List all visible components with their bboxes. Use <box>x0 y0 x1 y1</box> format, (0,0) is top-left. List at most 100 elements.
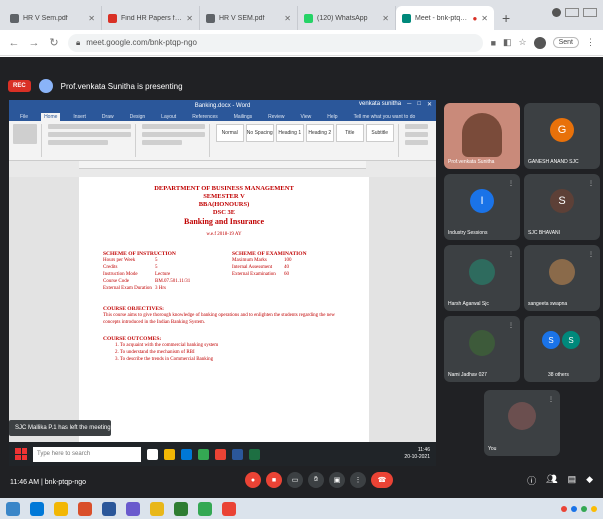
chrome-icon[interactable] <box>198 501 212 516</box>
participant-tile[interactable]: ⋮ Nami Jadhav 027 <box>444 316 520 382</box>
chrome-icon[interactable] <box>198 448 209 460</box>
word-tab-mailings[interactable]: Mailings <box>231 113 255 121</box>
info-icon[interactable]: ⓘ <box>527 474 536 487</box>
close-icon[interactable]: ✕ <box>284 14 291 23</box>
tray-icon[interactable] <box>571 505 577 512</box>
forward-icon[interactable]: → <box>28 37 40 49</box>
word-icon[interactable] <box>102 501 116 516</box>
extension-icon[interactable] <box>552 8 561 17</box>
more-options-icon[interactable]: ⋮ <box>588 180 594 187</box>
word-tab-review[interactable]: Review <box>265 113 287 121</box>
reload-icon[interactable]: ↻ <box>48 36 60 49</box>
extensions-icon[interactable]: ◧ <box>503 37 512 48</box>
participant-tile[interactable]: G GANESH ANAND SJC <box>524 103 600 169</box>
maximize-icon[interactable]: □ <box>417 101 421 108</box>
browser-tab-2[interactable]: Find HR Papers for Downloa ✕ <box>102 6 200 30</box>
taskbar-search[interactable]: Type here to search <box>33 446 141 462</box>
participant-tile-self[interactable]: ⋮ You <box>484 390 560 456</box>
activities-icon[interactable]: ◆ <box>586 474 593 487</box>
raise-hand-button[interactable]: ✋︎ <box>308 472 324 488</box>
word-tab-home[interactable]: Home <box>41 113 61 121</box>
editing-group[interactable] <box>404 124 432 157</box>
captions-button[interactable]: ▭ <box>287 472 303 488</box>
file-explorer-icon[interactable] <box>164 448 175 460</box>
more-options-icon[interactable]: ⋮ <box>508 322 514 329</box>
maximize-button[interactable] <box>583 8 597 17</box>
url-field[interactable]: 🔒︎ meet.google.com/bnk-ptqp-ngo <box>68 33 483 52</box>
profile-avatar[interactable] <box>533 36 546 49</box>
style-title[interactable]: Title <box>335 124 364 142</box>
more-options-icon[interactable]: ⋮ <box>548 396 554 403</box>
powerpoint-icon[interactable] <box>78 501 92 516</box>
participant-tile-presenter[interactable]: Prof.venkata Sunitha <box>444 103 520 169</box>
word-tab-help[interactable]: Help <box>324 113 340 121</box>
media-icon[interactable] <box>126 501 140 516</box>
style-subtitle[interactable]: Subtitle <box>365 124 394 142</box>
app-icon[interactable] <box>222 501 236 516</box>
file-explorer-icon[interactable] <box>54 501 68 516</box>
edge-icon[interactable] <box>30 501 44 516</box>
edge-icon[interactable] <box>181 448 192 460</box>
more-options-icon[interactable]: ⋮ <box>588 251 594 258</box>
people-icon[interactable]: 👥︎ <box>546 474 557 487</box>
star-icon[interactable]: ☆ <box>519 37 527 48</box>
more-options-icon[interactable]: ⋮ <box>508 251 514 258</box>
word-tab-view[interactable]: View <box>298 113 315 121</box>
minimize-icon[interactable]: ─ <box>407 101 411 108</box>
word-tab-draw[interactable]: Draw <box>99 113 117 121</box>
new-tab-button[interactable]: + <box>502 10 510 26</box>
folder-icon[interactable] <box>150 501 164 516</box>
close-icon[interactable]: ✕ <box>427 101 432 108</box>
style-heading-2[interactable]: Heading 2 <box>305 124 334 142</box>
participant-tile[interactable]: ⋮ I Industry Sessions <box>444 174 520 240</box>
close-icon[interactable]: ✕ <box>382 14 389 23</box>
document-page[interactable]: DEPARTMENT OF BUSINESS MANAGEMENT SEMEST… <box>79 177 369 443</box>
browser-tab-meet[interactable]: Meet - bnk-ptqp-ngo ● ✕ <box>396 6 494 30</box>
browser-tab-1[interactable]: HR V Sem.pdf ✕ <box>4 6 102 30</box>
word-tab-insert[interactable]: Insert <box>70 113 89 121</box>
task-view-icon[interactable] <box>147 448 158 460</box>
excel-icon[interactable] <box>249 448 260 460</box>
camera-off-button[interactable]: ■ <box>266 472 282 488</box>
participant-tile[interactable]: ⋮ sangeeta swapna <box>524 245 600 311</box>
word-tab-layout[interactable]: Layout <box>158 113 179 121</box>
participant-tile[interactable]: ⋮ S SJC BHAVANI <box>524 174 600 240</box>
more-options-button[interactable]: ⋮ <box>350 472 366 488</box>
browser-tab-4[interactable]: (120) WhatsApp ✕ <box>298 6 396 30</box>
word-tab-design[interactable]: Design <box>127 113 149 121</box>
close-icon[interactable]: ✕ <box>481 14 488 23</box>
close-icon[interactable]: ✕ <box>88 14 95 23</box>
excel-icon[interactable] <box>174 501 188 516</box>
styles-group[interactable]: Normal No Spacing Heading 1 Heading 2 Ti… <box>215 124 399 157</box>
close-icon[interactable]: ✕ <box>186 14 193 23</box>
paragraph-group[interactable] <box>141 124 210 157</box>
word-tab-file[interactable]: File <box>17 113 31 121</box>
present-button[interactable]: ▣ <box>329 472 345 488</box>
more-options-icon[interactable]: ⋮ <box>508 180 514 187</box>
tray-icon[interactable] <box>561 505 567 512</box>
profile-pill[interactable]: Sent <box>552 37 579 48</box>
mic-off-button[interactable]: ● <box>245 472 261 488</box>
style-normal[interactable]: Normal <box>215 124 244 142</box>
tray-icon[interactable] <box>581 505 587 512</box>
style-no-spacing[interactable]: No Spacing <box>245 124 274 142</box>
end-call-button[interactable]: ☎︎ <box>371 472 393 488</box>
word-tab-references[interactable]: References <box>189 113 221 121</box>
minimize-button[interactable] <box>565 8 579 17</box>
chat-icon[interactable]: ▤ <box>568 474 577 487</box>
camera-icon[interactable]: ■ <box>491 38 496 48</box>
participant-tile-others[interactable]: S S 38 others <box>524 316 600 382</box>
windows-start-icon[interactable] <box>15 448 27 460</box>
menu-icon[interactable]: ⋮ <box>586 37 595 48</box>
start-icon[interactable] <box>6 501 20 516</box>
tell-me-search[interactable]: Tell me what you want to do <box>351 113 419 121</box>
word-icon[interactable] <box>232 448 243 460</box>
style-heading-1[interactable]: Heading 1 <box>275 124 304 142</box>
powerpoint-icon[interactable] <box>215 448 226 460</box>
clipboard-group[interactable] <box>13 124 43 157</box>
back-icon[interactable]: ← <box>8 37 20 49</box>
font-group[interactable] <box>48 124 136 157</box>
browser-tab-3[interactable]: HR V SEM.pdf ✕ <box>200 6 298 30</box>
tray-icon[interactable] <box>591 505 597 512</box>
participant-tile[interactable]: ⋮ Harsh Agarwal Sjc <box>444 245 520 311</box>
